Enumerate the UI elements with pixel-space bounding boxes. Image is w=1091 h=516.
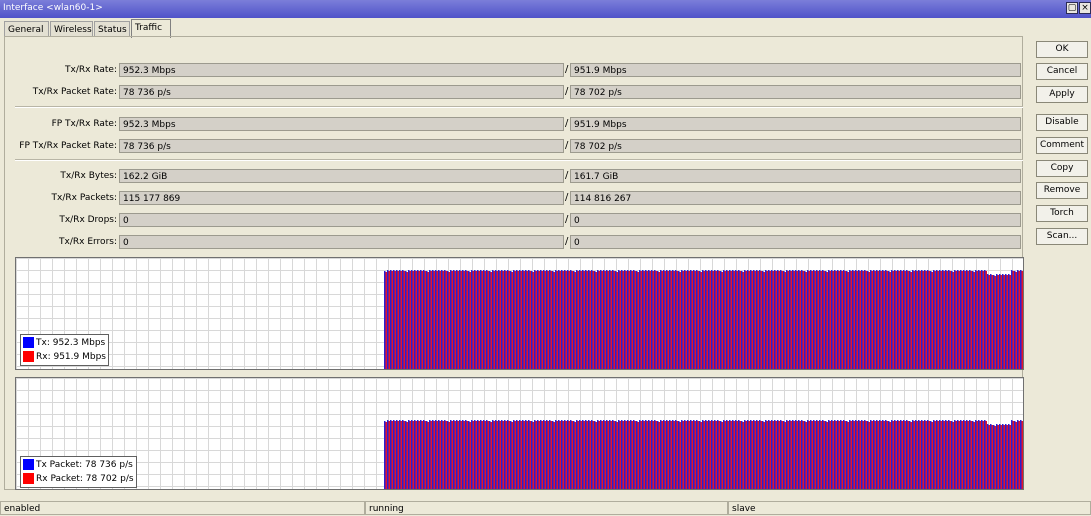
tx-swatch [23,459,34,470]
field-label: Tx/Rx Rate: [65,65,117,75]
legend-tx-packet: Tx Packet: 78 736 p/s [23,458,134,472]
field-label: Tx/Rx Drops: [59,215,117,225]
rx-packet-rate-field: 78 702 p/s [570,85,1021,99]
legend-tx-packet-label: Tx Packet: 78 736 p/s [36,460,133,470]
rate-graph: Tx: 952.3 Mbps Rx: 951.9 Mbps [15,257,1024,370]
rate-legend: Tx: 952.3 Mbps Rx: 951.9 Mbps [20,334,109,366]
tab-general[interactable]: General [4,21,49,37]
traffic-panel: Tx/Rx Rate: 952.3 Mbps / 951.9 Mbps Tx/R… [4,36,1024,490]
rx-drops-field: 0 [570,213,1021,227]
copy-button[interactable]: Copy [1036,160,1088,177]
tx-packets-field: 115 177 869 [119,191,564,205]
ok-button[interactable]: OK [1036,41,1088,58]
tab-wireless[interactable]: Wireless [50,21,93,37]
fp-tx-rate-field: 952.3 Mbps [119,117,564,131]
field-label: FP Tx/Rx Packet Rate: [19,141,117,151]
scan-button[interactable]: Scan... [1036,228,1088,245]
legend-rx: Rx: 951.9 Mbps [23,350,106,364]
remove-button[interactable]: Remove [1036,182,1088,199]
status-role: slave [728,501,1091,515]
packets-bars [384,420,1023,489]
restore-icon[interactable]: ▢ [1066,2,1078,14]
separator: / [565,64,569,75]
legend-rx-label: Rx: 951.9 Mbps [36,352,106,362]
apply-button[interactable]: Apply [1036,86,1088,103]
field-label: Tx/Rx Packets: [51,193,117,203]
rx-swatch [23,351,34,362]
disable-button[interactable]: Disable [1036,114,1088,131]
packets-graph: Tx Packet: 78 736 p/s Rx Packet: 78 702 … [15,377,1024,490]
tx-errors-field: 0 [119,235,564,249]
rx-rate-field: 951.9 Mbps [570,63,1021,77]
tx-bytes-field: 162.2 GiB [119,169,564,183]
field-label: Tx/Rx Bytes: [60,171,117,181]
status-running: running [365,501,728,515]
separator: / [565,170,569,181]
status-enabled: enabled [0,501,365,515]
tx-swatch [23,337,34,348]
fp-tx-packet-rate-field: 78 736 p/s [119,139,564,153]
separator: / [565,214,569,225]
rx-packets-field: 114 816 267 [570,191,1021,205]
divider [15,106,1023,108]
legend-rx-packet: Rx Packet: 78 702 p/s [23,472,134,486]
field-label: Tx/Rx Packet Rate: [32,87,117,97]
torch-button[interactable]: Torch [1036,205,1088,222]
tx-drops-field: 0 [119,213,564,227]
tab-status[interactable]: Status [94,21,130,37]
separator: / [565,140,569,151]
comment-button[interactable]: Comment [1036,137,1088,154]
fp-rx-packet-rate-field: 78 702 p/s [570,139,1021,153]
field-label: FP Tx/Rx Rate: [51,119,117,129]
legend-rx-packet-label: Rx Packet: 78 702 p/s [36,474,134,484]
tx-packet-rate-field: 78 736 p/s [119,85,564,99]
separator: / [565,236,569,247]
cancel-button[interactable]: Cancel [1036,63,1088,80]
separator: / [565,192,569,203]
rate-bars [384,270,1023,369]
field-label: Tx/Rx Errors: [59,237,117,247]
tx-rate-field: 952.3 Mbps [119,63,564,77]
separator: / [565,118,569,129]
legend-tx: Tx: 952.3 Mbps [23,336,106,350]
title-bar: Interface <wlan60-1> ▢ × [0,0,1091,18]
legend-tx-label: Tx: 952.3 Mbps [36,338,106,348]
window-title: Interface <wlan60-1> [3,3,103,13]
rx-errors-field: 0 [570,235,1021,249]
rx-bytes-field: 161.7 GiB [570,169,1021,183]
separator: / [565,86,569,97]
close-icon[interactable]: × [1079,2,1091,14]
fp-rx-rate-field: 951.9 Mbps [570,117,1021,131]
rx-swatch [23,473,34,484]
packets-legend: Tx Packet: 78 736 p/s Rx Packet: 78 702 … [20,456,137,488]
divider [15,159,1023,161]
